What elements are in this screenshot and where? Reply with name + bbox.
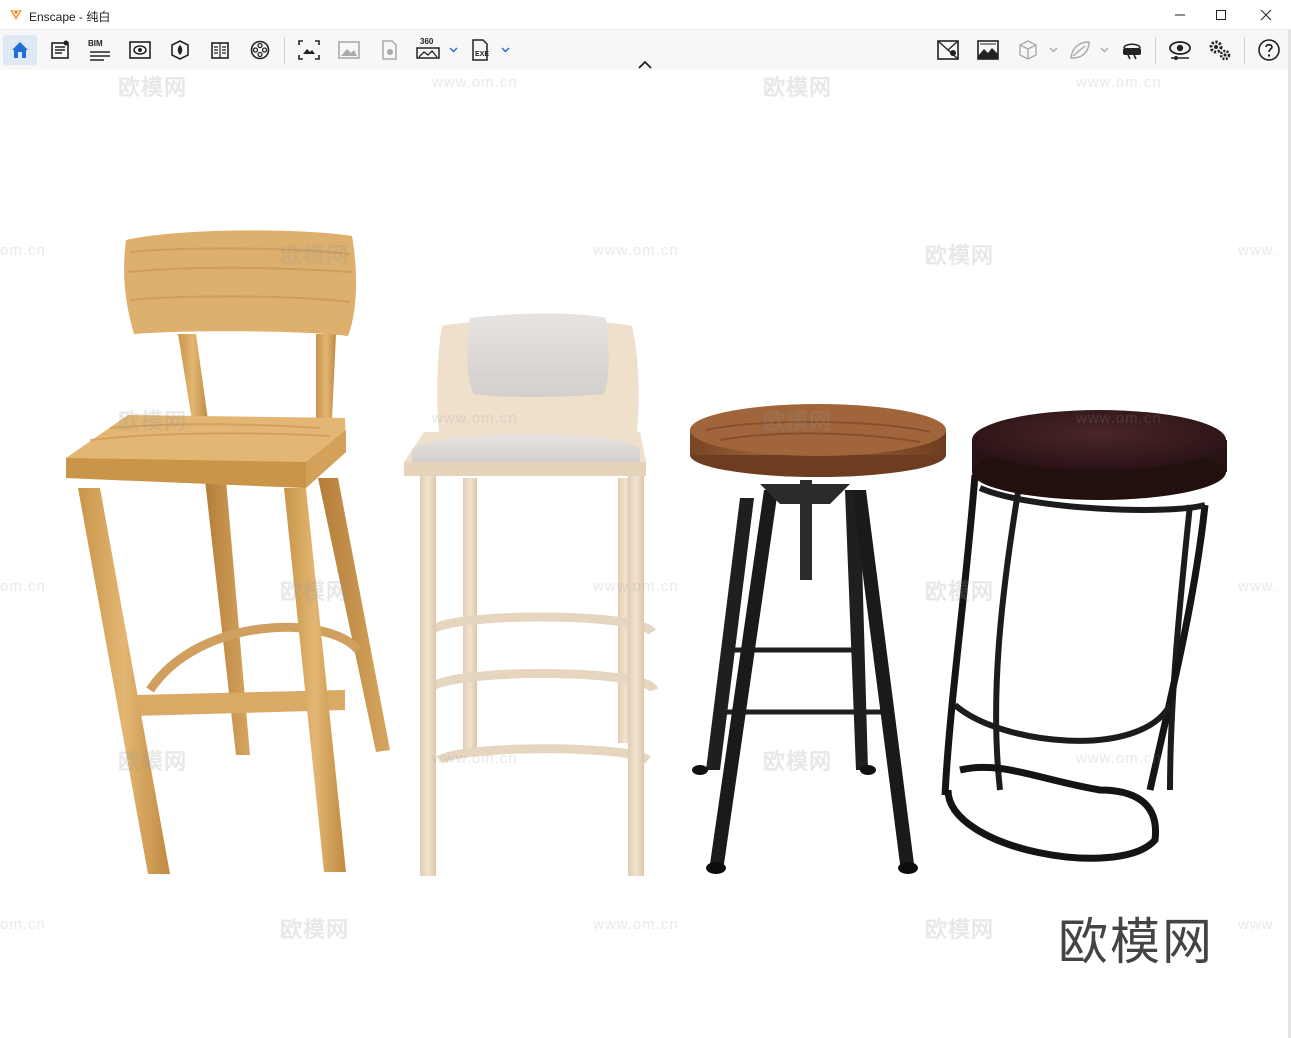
- cube-icon: [1019, 40, 1037, 60]
- watermark-brand: 欧模网: [925, 917, 995, 942]
- close-button[interactable]: [1243, 0, 1289, 30]
- watermark-url: www.: [1238, 242, 1278, 259]
- leaf-icon: [1070, 41, 1090, 59]
- watermark-url: www.om.cn: [432, 750, 518, 767]
- export-dropdown[interactable]: [501, 42, 511, 58]
- video-reel-icon: [250, 40, 270, 60]
- watermark-url: om.cn: [0, 578, 46, 595]
- watermark-brand: 欧模网: [118, 409, 188, 434]
- settings-gears-icon: [1209, 40, 1231, 61]
- view-mode-button[interactable]: [123, 35, 157, 65]
- toolbar-separator: [1155, 37, 1156, 64]
- toolbar-separator: [1244, 37, 1245, 64]
- map-pin-icon: [937, 40, 959, 60]
- brand-watermark-large: 欧模网: [1058, 913, 1214, 971]
- help-icon: [1258, 39, 1280, 61]
- swivel-wood-stool: [690, 404, 946, 874]
- watermark-brand: 欧模网: [925, 243, 995, 268]
- watermark-brand: 欧模网: [280, 917, 350, 942]
- watermark-brand: 欧模网: [925, 579, 995, 604]
- eye-view-icon: [129, 41, 151, 59]
- watermark-url: www.: [1238, 916, 1278, 933]
- views-book-button[interactable]: [203, 35, 237, 65]
- exe-export-button[interactable]: EXE: [463, 35, 497, 65]
- bim-icon: BIM: [88, 39, 103, 48]
- watermark-url: www.om.cn: [432, 410, 518, 427]
- landscape-frame-icon: [977, 40, 999, 60]
- watermark-brand: 欧模网: [118, 75, 188, 100]
- watermark-url: www.om.cn: [432, 74, 518, 91]
- window-title: Enscape - 纯白: [29, 10, 111, 24]
- watermark-brand: 欧模网: [280, 579, 350, 604]
- panorama-360-icon: 360: [420, 37, 434, 46]
- vr-headset-button[interactable]: [1115, 35, 1149, 65]
- screenshot-button[interactable]: [292, 35, 326, 65]
- toolbar-separator: [284, 37, 285, 64]
- visual-settings-icon: [1169, 41, 1191, 60]
- settings-button[interactable]: [1203, 35, 1237, 65]
- enscape-logo-icon: [10, 10, 22, 20]
- help-button[interactable]: [1252, 35, 1286, 65]
- book-icon: [211, 42, 229, 59]
- watermark-brand: 欧模网: [280, 243, 350, 268]
- chevron-down-icon: [1049, 47, 1058, 53]
- watermark-url: om.cn: [0, 916, 46, 933]
- render-file-icon: [382, 40, 397, 60]
- cube-dropdown[interactable]: [1049, 42, 1059, 58]
- screenshot-icon: [298, 40, 320, 60]
- vr-headset-icon: [1123, 43, 1141, 60]
- bim-button[interactable]: BIM: [83, 35, 117, 65]
- watermark-url: www.om.cn: [1076, 74, 1162, 91]
- leather-bar-stool: [941, 410, 1227, 862]
- watermark-brand: 欧模网: [118, 749, 188, 774]
- notes-icon: [51, 40, 69, 59]
- watermark-brand: 欧模网: [763, 749, 833, 774]
- watermark-url: www.om.cn: [1076, 410, 1162, 427]
- image-icon: [338, 41, 360, 59]
- asset-library-icon: [171, 40, 189, 60]
- render-viewport[interactable]: 欧模网 www.om.cn 欧模网 www.om.cn om.cn 欧模网 ww…: [0, 70, 1291, 1038]
- watermark-url: www.om.cn: [593, 578, 679, 595]
- title-bar: Enscape - 纯白: [0, 0, 1291, 30]
- cube-button[interactable]: [1011, 35, 1045, 65]
- chevron-down-icon: [1100, 47, 1109, 53]
- asset-library-button[interactable]: [163, 35, 197, 65]
- notes-button[interactable]: [43, 35, 77, 65]
- watermark-brand: 欧模网: [763, 75, 833, 100]
- watermark-url: www.om.cn: [593, 242, 679, 259]
- home-button[interactable]: [3, 35, 37, 65]
- maximize-button[interactable]: [1198, 0, 1244, 30]
- watermark-url: www.om.cn: [1076, 750, 1162, 767]
- exe-export-icon: EXE: [475, 51, 490, 58]
- watermark-url: www.om.cn: [593, 916, 679, 933]
- leaf-dropdown[interactable]: [1100, 42, 1110, 58]
- minimize-button[interactable]: [1157, 0, 1203, 30]
- chevron-up-icon: [638, 60, 652, 69]
- minimize-icon: [1175, 14, 1185, 16]
- render-file-button[interactable]: [372, 35, 406, 65]
- home-icon: [12, 42, 28, 58]
- map-button[interactable]: [931, 35, 965, 65]
- landscape-button[interactable]: [971, 35, 1005, 65]
- panorama-dropdown[interactable]: [449, 42, 459, 58]
- close-icon: [1260, 9, 1272, 21]
- maximize-icon: [1216, 10, 1226, 20]
- scene-render: [66, 230, 1227, 876]
- leaf-button[interactable]: [1063, 35, 1097, 65]
- panorama-button[interactable]: 360: [411, 35, 445, 65]
- visual-settings-button[interactable]: [1163, 35, 1197, 65]
- video-editor-button[interactable]: [243, 35, 277, 65]
- watermark-url: www.: [1238, 578, 1278, 595]
- watermark-url: om.cn: [0, 242, 46, 259]
- image-button[interactable]: [332, 35, 366, 65]
- chevron-down-icon: [501, 47, 510, 53]
- chevron-down-icon: [449, 47, 458, 53]
- wooden-bar-chair: [66, 230, 390, 874]
- watermark-brand: 欧模网: [763, 409, 833, 434]
